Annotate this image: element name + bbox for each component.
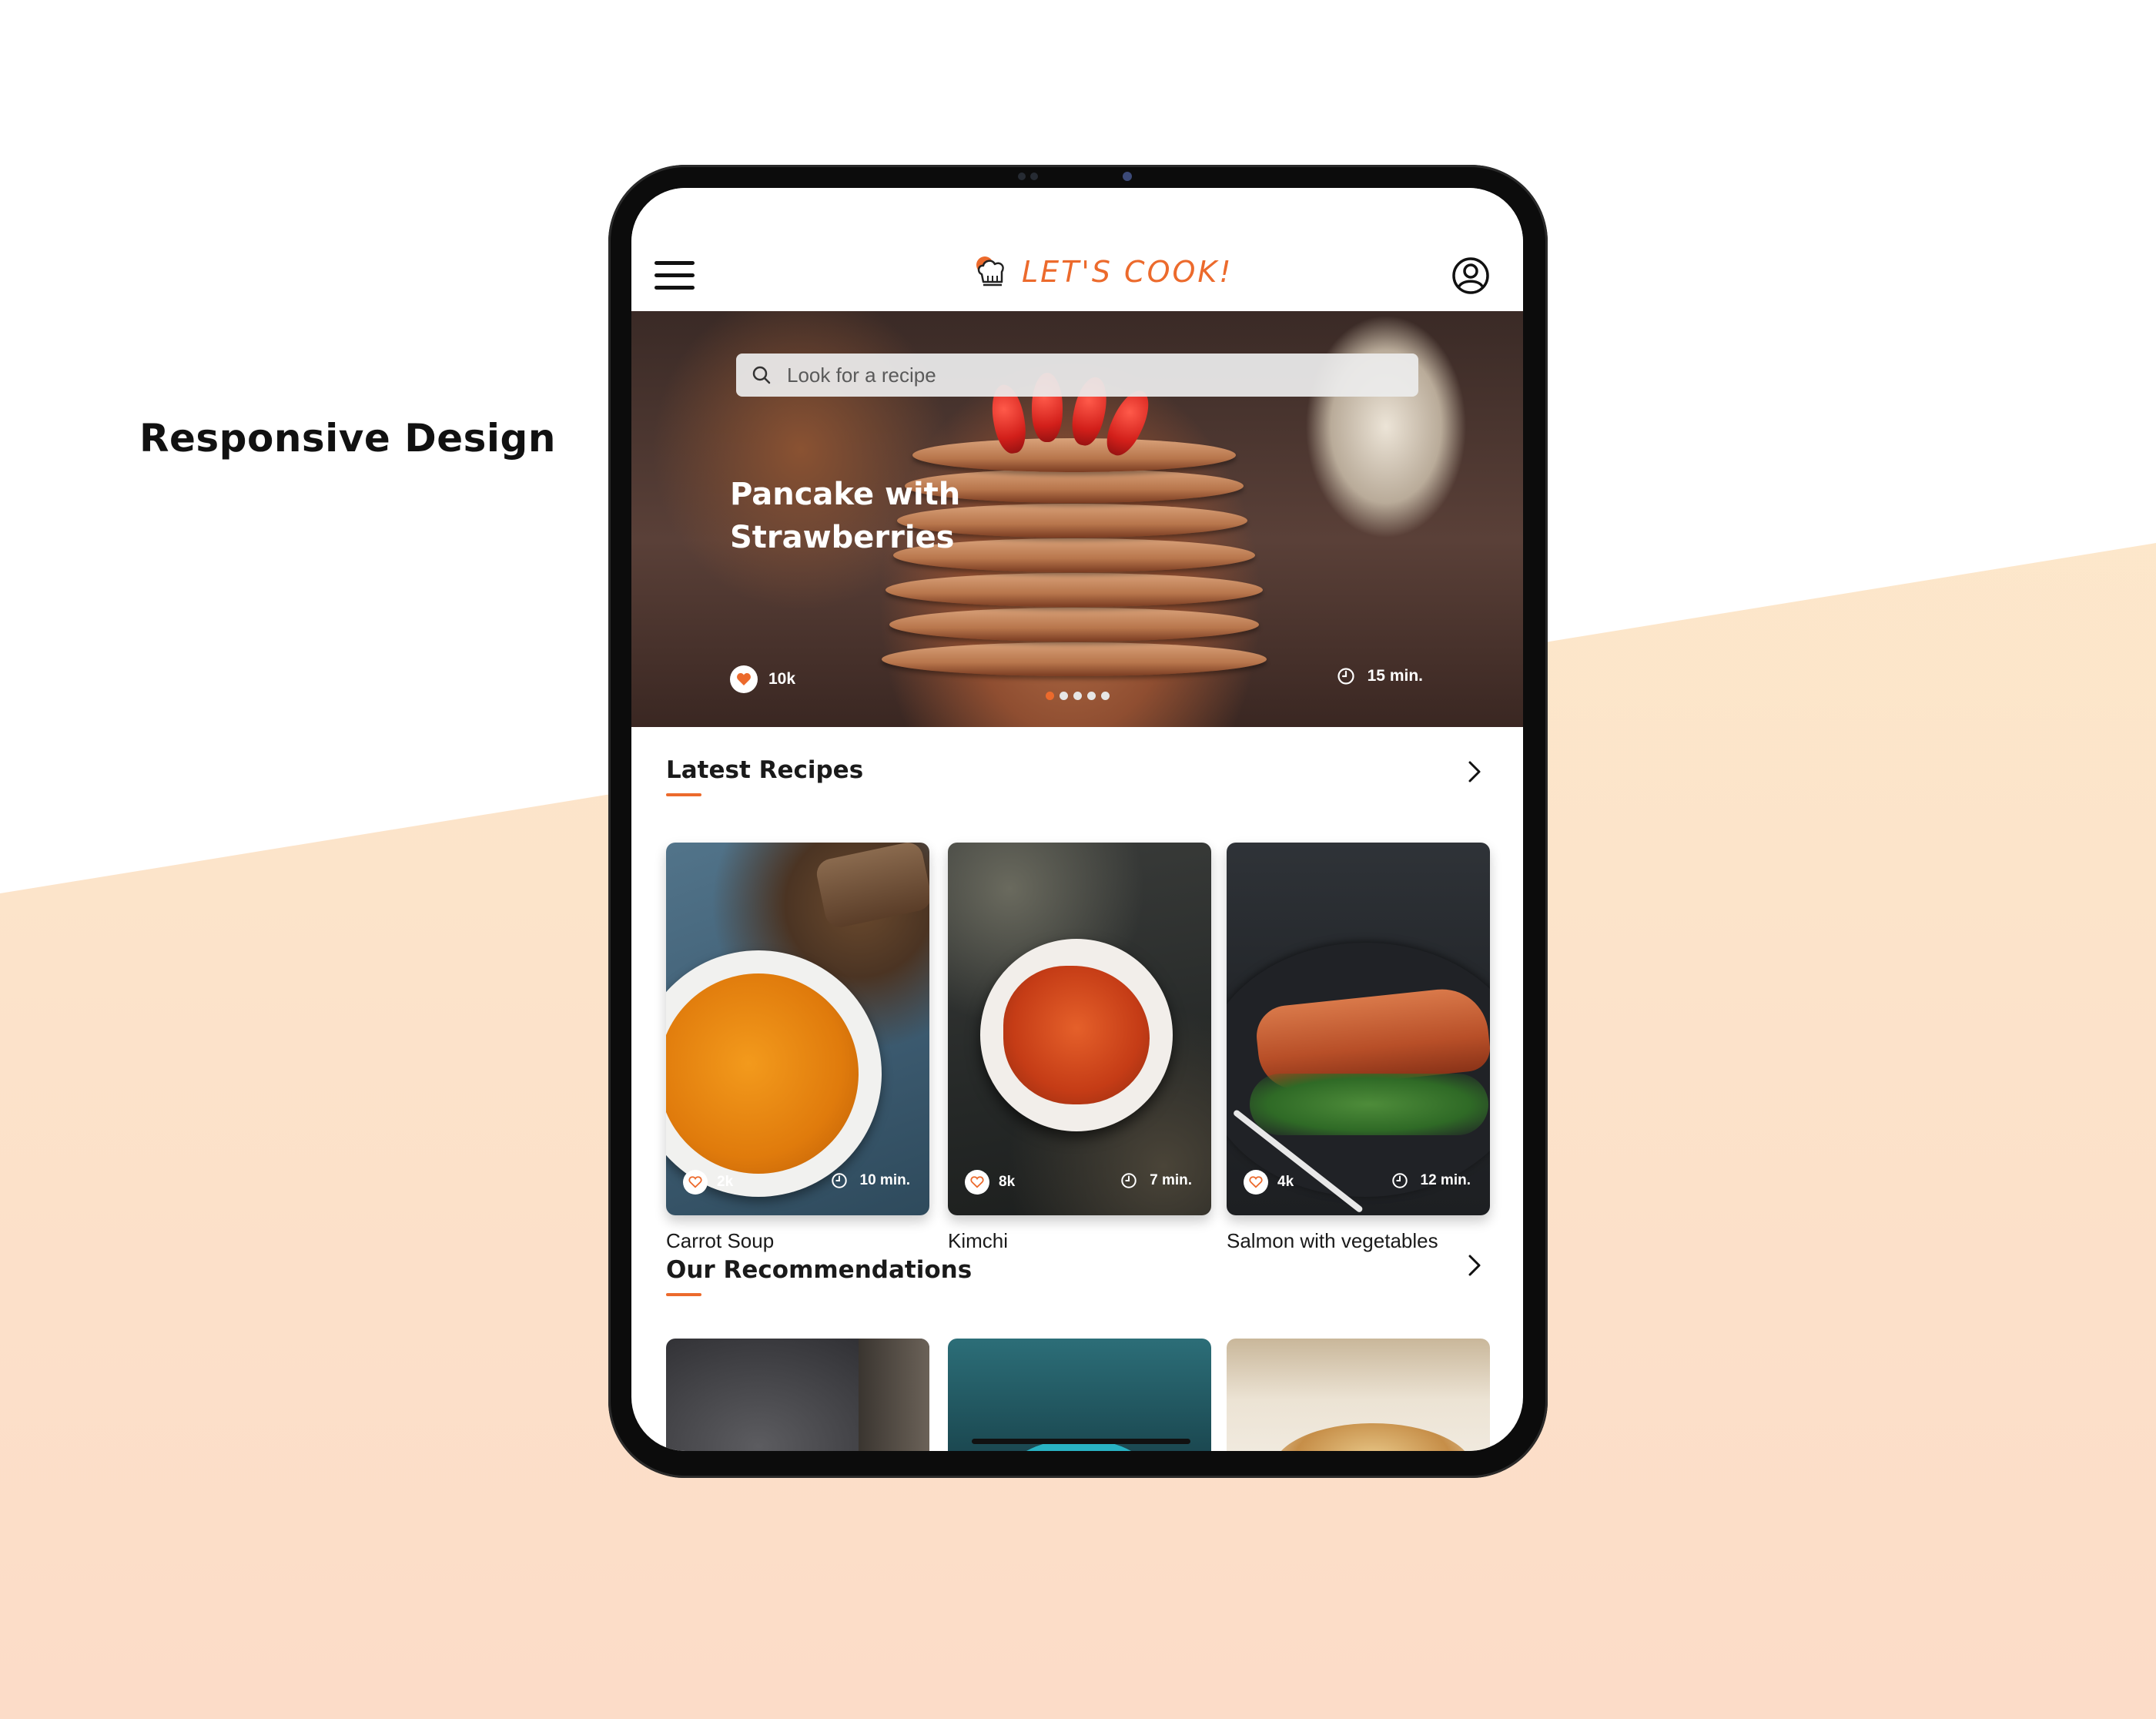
recipe-name[interactable]: Kimchi bbox=[948, 1229, 1008, 1253]
recipe-cook-time: 12 min. bbox=[1391, 1172, 1471, 1189]
like-button[interactable] bbox=[965, 1170, 989, 1195]
recipe-likes: 8k bbox=[965, 1170, 1015, 1195]
hero-image-layer bbox=[882, 642, 1267, 676]
clock-icon bbox=[831, 1173, 847, 1188]
like-button[interactable] bbox=[1244, 1170, 1268, 1195]
home-indicator[interactable] bbox=[972, 1439, 1190, 1444]
carousel-dot[interactable] bbox=[1101, 692, 1110, 700]
user-icon bbox=[1452, 257, 1489, 294]
recommendation-card-image[interactable] bbox=[948, 1339, 1211, 1451]
cook-time: 12 min. bbox=[1420, 1172, 1471, 1188]
chef-hat-icon bbox=[976, 256, 1004, 286]
chevron-right-icon bbox=[1468, 761, 1481, 782]
title-underline bbox=[666, 793, 701, 796]
recipe-cook-time: 7 min. bbox=[1120, 1172, 1192, 1189]
profile-button[interactable] bbox=[1451, 256, 1491, 296]
recipe-image-layer bbox=[814, 843, 929, 930]
recipe-cook-time: 10 min. bbox=[831, 1172, 910, 1189]
heart-outline-icon bbox=[688, 1176, 702, 1188]
heart-icon bbox=[737, 673, 751, 685]
search-input[interactable] bbox=[785, 362, 1389, 388]
recommendation-image-layer bbox=[859, 1339, 929, 1451]
page-headline: Responsive Design bbox=[139, 416, 556, 461]
like-button[interactable] bbox=[683, 1170, 708, 1195]
recipe-image[interactable]: 4k 12 min. bbox=[1227, 843, 1490, 1215]
hero-image-layer bbox=[886, 573, 1263, 607]
carousel-dot[interactable] bbox=[1046, 692, 1054, 700]
hero-likes: 10k bbox=[730, 665, 795, 693]
camera-lens bbox=[1123, 172, 1132, 181]
search-bar[interactable] bbox=[736, 354, 1418, 397]
heart-outline-icon bbox=[1249, 1176, 1263, 1188]
carousel-dot[interactable] bbox=[1073, 692, 1082, 700]
recipe-image-layer bbox=[666, 973, 859, 1174]
recommendation-card-image[interactable] bbox=[1227, 1339, 1490, 1451]
hero-title: Pancake with Strawberries bbox=[730, 477, 961, 555]
like-button[interactable] bbox=[730, 665, 758, 693]
hero-banner[interactable]: Pancake with Strawberries 10k bbox=[631, 311, 1523, 727]
likes-count: 2k bbox=[717, 1174, 734, 1190]
clock-icon bbox=[1391, 1173, 1408, 1188]
title-underline bbox=[666, 1293, 701, 1296]
menu-line bbox=[654, 286, 695, 290]
recipe-likes: 4k bbox=[1244, 1170, 1294, 1195]
menu-line bbox=[654, 273, 695, 277]
search-icon bbox=[752, 366, 771, 384]
recipe-likes: 2k bbox=[683, 1170, 733, 1195]
likes-count: 10k bbox=[768, 670, 796, 688]
carousel-dot[interactable] bbox=[1060, 692, 1068, 700]
recipe-image[interactable]: 2k 10 min. bbox=[666, 843, 929, 1215]
clock-icon bbox=[1121, 1173, 1137, 1188]
recommendations-row bbox=[631, 1339, 1523, 1451]
section-title: Latest Recipes bbox=[666, 756, 864, 784]
recipe-image-layer bbox=[1250, 1074, 1488, 1135]
hamburger-menu-button[interactable] bbox=[654, 261, 698, 292]
recipe-name[interactable]: Carrot Soup bbox=[666, 1229, 774, 1253]
recommendations-see-all-button[interactable] bbox=[1459, 1250, 1490, 1281]
recipe-name[interactable]: Salmon with vegetables bbox=[1227, 1229, 1438, 1253]
app-logo-text: LET'S COOK! bbox=[1022, 255, 1234, 289]
recommendations-header: Our Recommendations bbox=[666, 1255, 1490, 1302]
app-logo[interactable]: LET'S COOK! bbox=[974, 254, 1234, 290]
app-screen: LET'S COOK! Look for a recipe Pancake wi… bbox=[631, 188, 1523, 1451]
chevron-right-icon bbox=[1468, 1255, 1481, 1276]
carousel-dot[interactable] bbox=[1087, 692, 1096, 700]
recommendation-card-image[interactable] bbox=[666, 1339, 929, 1451]
latest-recipes-see-all-button[interactable] bbox=[1459, 756, 1490, 787]
carousel-dots bbox=[1046, 692, 1110, 700]
recipe-image[interactable]: 8k 7 min. bbox=[948, 843, 1211, 1215]
latest-recipes-header: Latest Recipes bbox=[666, 756, 1490, 803]
hero-cook-time: 15 min. bbox=[1337, 667, 1423, 685]
cook-time: 10 min. bbox=[859, 1172, 910, 1188]
section-title: Our Recommendations bbox=[666, 1256, 973, 1284]
cook-time: 15 min. bbox=[1367, 667, 1423, 685]
heart-outline-icon bbox=[970, 1176, 984, 1188]
likes-count: 8k bbox=[999, 1174, 1016, 1190]
likes-count: 4k bbox=[1277, 1174, 1294, 1190]
sensor-dot bbox=[1030, 173, 1038, 180]
menu-line bbox=[654, 261, 695, 265]
clock-icon bbox=[1337, 668, 1354, 685]
hero-image-layer bbox=[912, 438, 1236, 472]
cook-time: 7 min. bbox=[1150, 1172, 1192, 1188]
hero-image-layer bbox=[889, 608, 1259, 642]
sensor-dot bbox=[1018, 173, 1026, 180]
tablet-device: LET'S COOK! Look for a recipe Pancake wi… bbox=[608, 165, 1548, 1478]
top-bar: LET'S COOK! bbox=[631, 188, 1523, 311]
recommendation-image-layer bbox=[1273, 1423, 1473, 1451]
